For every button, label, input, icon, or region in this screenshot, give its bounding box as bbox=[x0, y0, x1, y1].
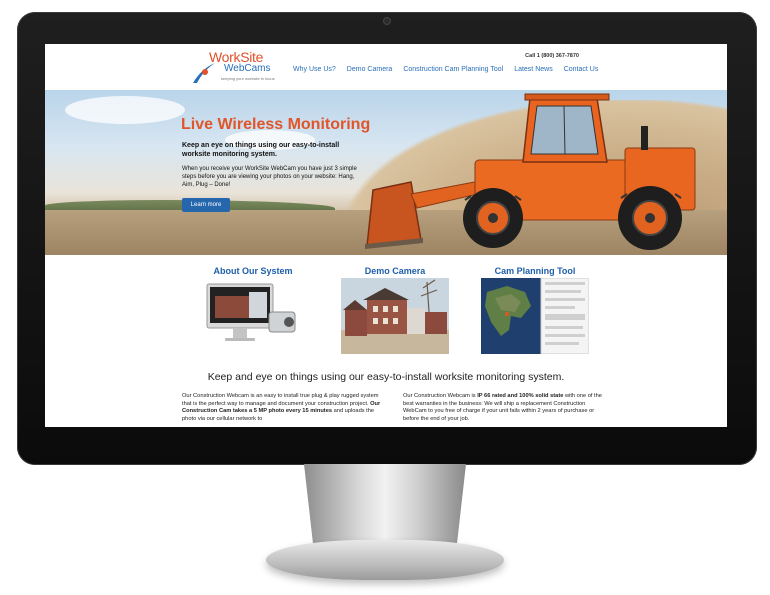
wheel-loader-image bbox=[365, 93, 696, 250]
feature-about-system[interactable]: About Our System bbox=[188, 266, 318, 356]
planning-tool-map-image bbox=[481, 278, 589, 354]
site-header: WorkSite WebCams keeping your worksite i… bbox=[45, 44, 727, 90]
demo-camera-image bbox=[341, 278, 449, 354]
nav-planning-tool[interactable]: Construction Cam Planning Tool bbox=[403, 66, 503, 73]
phone-number: Call 1 (800) 367-7870 bbox=[525, 53, 579, 59]
right-text-a: Our Construction Webcam is bbox=[403, 393, 478, 399]
feature-demo-camera[interactable]: Demo Camera bbox=[330, 266, 460, 356]
logo-tagline: keeping your worksite in focus bbox=[221, 76, 275, 81]
feature-cam-planning-tool[interactable]: Cam Planning Tool bbox=[470, 266, 600, 356]
feature-title[interactable]: Demo Camera bbox=[330, 266, 460, 276]
logo-webcams: WebCams bbox=[224, 63, 271, 74]
webcam-dot bbox=[384, 18, 390, 24]
monitor-stand-neck bbox=[304, 464, 466, 550]
feature-title[interactable]: About Our System bbox=[188, 266, 318, 276]
learn-more-button[interactable]: Learn more bbox=[182, 198, 230, 212]
nav-latest-news[interactable]: Latest News bbox=[514, 66, 553, 73]
hero-banner: Live Wireless Monitoring Keep an eye on … bbox=[45, 90, 727, 255]
body-column-left: Our Construction Webcam is an easy to in… bbox=[182, 393, 382, 423]
left-text-a: Our Construction Webcam is an easy to in… bbox=[182, 393, 379, 407]
feature-title[interactable]: Cam Planning Tool bbox=[470, 266, 600, 276]
body-column-right: Our Construction Webcam is IP 66 rated a… bbox=[403, 393, 603, 423]
cloud bbox=[65, 96, 185, 124]
tagline: Keep and eye on things using our easy-to… bbox=[207, 371, 565, 383]
main-nav: Why Use Us? Demo Camera Construction Cam… bbox=[293, 66, 609, 73]
imac-camera-image bbox=[206, 283, 296, 341]
nav-contact-us[interactable]: Contact Us bbox=[564, 66, 599, 73]
nav-why-use-us[interactable]: Why Use Us? bbox=[293, 66, 336, 73]
feature-row: About Our System Demo Camera Cam Plannin… bbox=[45, 266, 727, 356]
site-logo[interactable]: WorkSite WebCams keeping your worksite i… bbox=[191, 49, 275, 85]
hero-subtitle: Keep an eye on things using our easy-to-… bbox=[182, 142, 340, 158]
hero-title: Live Wireless Monitoring bbox=[181, 116, 371, 133]
hero-body-text: When you receive your WorkSite WebCam yo… bbox=[182, 166, 357, 188]
nav-demo-camera[interactable]: Demo Camera bbox=[347, 66, 393, 73]
monitor-stand-base bbox=[266, 540, 504, 580]
right-text-b: IP 66 rated and 100% solid state bbox=[477, 393, 564, 399]
website-screen: WorkSite WebCams keeping your worksite i… bbox=[45, 44, 727, 427]
